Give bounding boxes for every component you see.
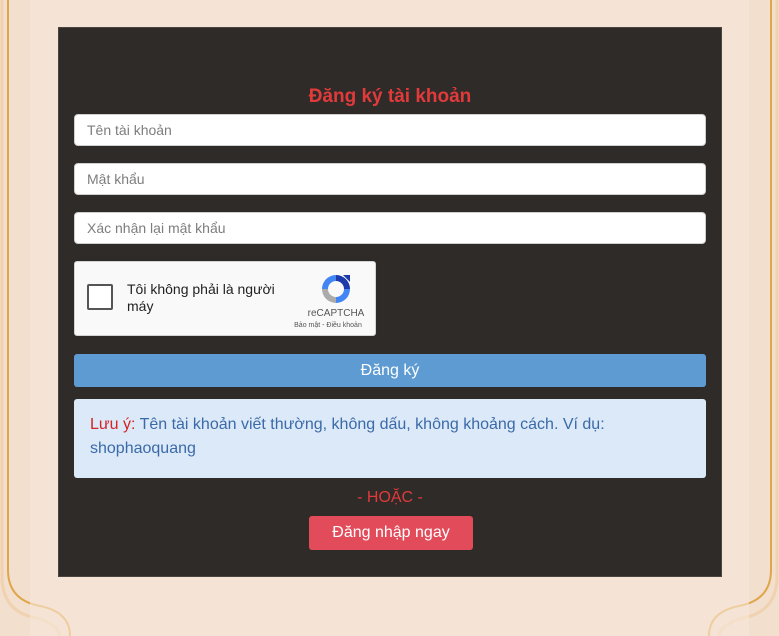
recaptcha-widget: Tôi không phải là người máy reCAPTCHA Bả…: [74, 261, 376, 336]
recaptcha-links[interactable]: Bảo mật - Điều khoản: [281, 322, 375, 329]
page-title: Đăng ký tài khoản: [308, 86, 472, 107]
recaptcha-logo-icon: [322, 275, 350, 303]
login-now-button[interactable]: Đăng nhập ngay: [309, 516, 473, 550]
confirm-password-input[interactable]: [74, 212, 706, 244]
note-text: Tên tài khoản viết thường, không dấu, kh…: [90, 416, 605, 457]
register-panel: Đăng ký tài khoản Tôi không phải là ngườ…: [58, 27, 722, 577]
recaptcha-label: Tôi không phải là người máy: [127, 281, 275, 314]
note-label: Lưu ý:: [90, 416, 136, 433]
note-box: Lưu ý: Tên tài khoản viết thường, không …: [74, 399, 706, 478]
username-input[interactable]: [74, 114, 706, 146]
register-button[interactable]: Đăng ký: [74, 354, 706, 387]
recaptcha-brand: reCAPTCHA: [307, 308, 365, 319]
recaptcha-checkbox[interactable]: [87, 284, 113, 310]
password-input[interactable]: [74, 163, 706, 195]
or-separator: - HOẶC -: [357, 489, 423, 506]
